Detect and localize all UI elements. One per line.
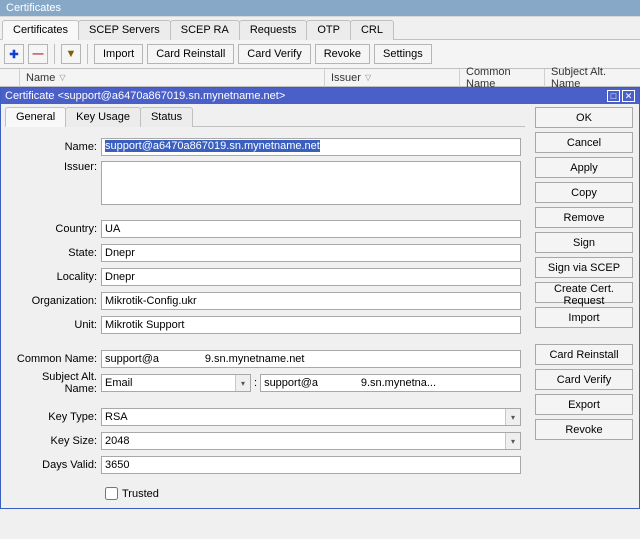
col-name[interactable]: Name <box>20 69 325 87</box>
toolbar-card-reinstall-button[interactable]: Card Reinstall <box>147 44 234 64</box>
plus-icon: ✚ <box>9 48 18 61</box>
minus-icon: — <box>33 48 44 60</box>
dropdown-icon[interactable]: ▾ <box>235 375 250 391</box>
tab-key-usage[interactable]: Key Usage <box>65 107 141 127</box>
toolbar-settings-button[interactable]: Settings <box>374 44 432 64</box>
organization-input[interactable] <box>101 292 521 310</box>
tab-crl[interactable]: CRL <box>350 20 394 40</box>
card-reinstall-button[interactable]: Card Reinstall <box>535 344 633 365</box>
funnel-icon: ▼ <box>66 48 77 60</box>
col-marker[interactable] <box>0 69 20 87</box>
import-button[interactable]: Import <box>535 307 633 328</box>
close-button[interactable]: ✕ <box>622 90 635 102</box>
name-label: Name: <box>9 141 101 153</box>
locality-input[interactable] <box>101 268 521 286</box>
dropdown-icon[interactable]: ▾ <box>505 409 520 425</box>
key-type-select[interactable] <box>101 408 521 426</box>
common-name-label: Common Name: <box>9 353 101 365</box>
toolbar-revoke-button[interactable]: Revoke <box>315 44 370 64</box>
minimize-icon: □ <box>611 92 616 101</box>
issuer-textarea[interactable] <box>101 161 521 205</box>
state-label: State: <box>9 247 101 259</box>
copy-button[interactable]: Copy <box>535 182 633 203</box>
trusted-checkbox[interactable] <box>105 487 118 500</box>
key-type-label: Key Type: <box>9 411 101 423</box>
remove-button[interactable]: — <box>28 44 48 64</box>
locality-label: Locality: <box>9 271 101 283</box>
remove-button[interactable]: Remove <box>535 207 633 228</box>
key-size-label: Key Size: <box>9 435 101 447</box>
col-common-name[interactable]: Common Name <box>460 69 545 87</box>
list-header: Name Issuer Common Name Subject Alt. Nam… <box>0 69 640 87</box>
create-cert-request-button[interactable]: Create Cert. Request <box>535 282 633 303</box>
tab-status[interactable]: Status <box>140 107 193 127</box>
general-form: Name: support@a6470a867019.sn.mynetname.… <box>5 127 525 504</box>
name-input[interactable]: support@a6470a867019.sn.mynetname.net <box>101 138 521 156</box>
name-input-value: support@a6470a867019.sn.mynetname.net <box>105 140 320 152</box>
dropdown-icon[interactable]: ▾ <box>505 433 520 449</box>
issuer-label: Issuer: <box>9 161 101 173</box>
outer-window-title: Certificates <box>0 0 640 16</box>
tab-otp[interactable]: OTP <box>306 20 351 40</box>
tab-certificates[interactable]: Certificates <box>2 20 79 40</box>
days-valid-input[interactable] <box>101 456 521 474</box>
add-button[interactable]: ✚ <box>4 44 24 64</box>
export-button[interactable]: Export <box>535 394 633 415</box>
san-type-select[interactable] <box>101 374 251 392</box>
unit-label: Unit: <box>9 319 101 331</box>
country-input[interactable] <box>101 220 521 238</box>
country-label: Country: <box>9 223 101 235</box>
tab-requests[interactable]: Requests <box>239 20 307 40</box>
certificate-dialog: Certificate <support@a6470a867019.sn.myn… <box>0 87 640 509</box>
tab-scep-servers[interactable]: SCEP Servers <box>78 20 171 40</box>
col-san[interactable]: Subject Alt. Name <box>545 69 640 87</box>
dialog-button-column: OK Cancel Apply Copy Remove Sign Sign vi… <box>529 104 639 508</box>
common-name-input[interactable] <box>101 350 521 368</box>
san-label: Subject Alt. Name: <box>9 371 101 395</box>
tab-general[interactable]: General <box>5 107 66 127</box>
toolbar-card-verify-button[interactable]: Card Verify <box>238 44 310 64</box>
san-value-input[interactable] <box>260 374 521 392</box>
dialog-titlebar[interactable]: Certificate <support@a6470a867019.sn.myn… <box>1 88 639 104</box>
cancel-button[interactable]: Cancel <box>535 132 633 153</box>
main-tabs: Certificates SCEP Servers SCEP RA Reques… <box>0 17 640 40</box>
state-input[interactable] <box>101 244 521 262</box>
key-size-select[interactable] <box>101 432 521 450</box>
dialog-title-text: Certificate <support@a6470a867019.sn.myn… <box>5 90 605 102</box>
col-issuer[interactable]: Issuer <box>325 69 460 87</box>
days-valid-label: Days Valid: <box>9 459 101 471</box>
san-colon: : <box>254 374 257 392</box>
trusted-label: Trusted <box>122 488 159 500</box>
ok-button[interactable]: OK <box>535 107 633 128</box>
toolbar-import-button[interactable]: Import <box>94 44 143 64</box>
apply-button[interactable]: Apply <box>535 157 633 178</box>
close-icon: ✕ <box>625 92 633 101</box>
filter-button[interactable]: ▼ <box>61 44 81 64</box>
unit-input[interactable] <box>101 316 521 334</box>
dialog-tabs: General Key Usage Status <box>5 107 525 127</box>
toolbar-separator <box>54 44 55 64</box>
toolbar-separator <box>87 44 88 64</box>
sign-button[interactable]: Sign <box>535 232 633 253</box>
organization-label: Organization: <box>9 295 101 307</box>
card-verify-button[interactable]: Card Verify <box>535 369 633 390</box>
tab-scep-ra[interactable]: SCEP RA <box>170 20 240 40</box>
minimize-button[interactable]: □ <box>607 90 620 102</box>
revoke-button[interactable]: Revoke <box>535 419 633 440</box>
sign-via-scep-button[interactable]: Sign via SCEP <box>535 257 633 278</box>
toolbar: ✚ — ▼ Import Card Reinstall Card Verify … <box>0 40 640 69</box>
